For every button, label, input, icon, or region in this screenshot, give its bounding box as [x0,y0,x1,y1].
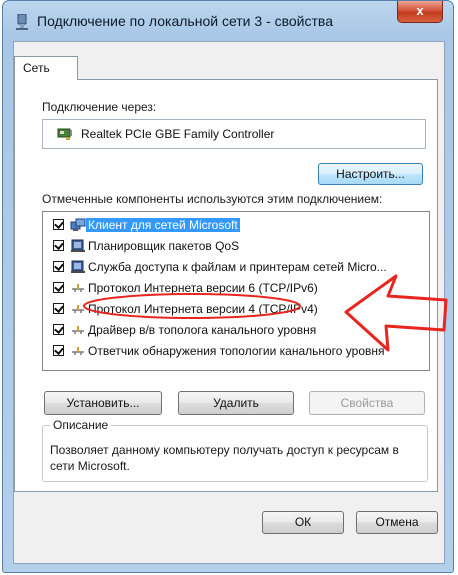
list-item[interactable]: Драйвер в/в тополога канального уровня [43,321,429,339]
protocol-icon [72,284,84,292]
description-title: Описание [50,418,112,432]
list-item-label: Драйвер в/в тополога канального уровня [88,323,317,337]
service-icon [71,260,85,273]
tab-network[interactable]: Сеть [14,56,78,80]
list-item-label: Служба доступа к файлам и принтерам сете… [88,260,387,274]
protocol-icon [72,347,84,355]
title-bar[interactable]: Подключение по локальной сети 3 - свойст… [3,1,453,41]
checkbox[interactable] [53,324,64,335]
list-item[interactable]: Ответчик обнаружения топологии канальног… [43,342,429,360]
network-adapter-icon [16,14,28,30]
list-item-label: Ответчик обнаружения топологии канальног… [88,344,385,358]
checkbox[interactable] [53,240,64,251]
window-title: Подключение по локальной сети 3 - свойст… [37,13,333,29]
close-button[interactable]: x [397,1,443,23]
install-button[interactable]: Установить... [44,391,162,415]
list-item[interactable]: Клиент для сетей Microsoft [43,216,429,234]
components-label: Отмеченные компоненты используются этим … [42,192,383,206]
list-item[interactable]: Протокол Интернета версии 4 (TCP/IPv4) [43,300,429,318]
checkbox[interactable] [53,261,64,272]
list-item[interactable]: Планировщик пакетов QoS [43,237,429,255]
network-client-icon [70,218,86,231]
description-text: Позволяет данному компьютеру получать до… [50,443,399,473]
list-item[interactable]: Протокол Интернета версии 6 (TCP/IPv6) [43,279,429,297]
list-item-label: Клиент для сетей Microsoft [86,218,240,232]
checkbox[interactable] [53,345,64,356]
checkbox[interactable] [53,303,64,314]
network-card-icon [57,128,72,140]
properties-button[interactable]: Свойства [309,391,425,415]
list-item-label: Протокол Интернета версии 4 (TCP/IPv4) [88,302,318,316]
checkbox[interactable] [53,282,64,293]
protocol-icon [72,326,84,334]
remove-button[interactable]: Удалить [178,391,294,415]
adapter-box: Realtek PCIe GBE Family Controller [42,119,426,149]
cancel-button[interactable]: Отмена [356,511,438,534]
list-item-label: Планировщик пакетов QoS [88,239,240,253]
configure-button[interactable]: Настроить... [318,163,423,185]
adapter-name: Realtek PCIe GBE Family Controller [81,127,275,141]
ok-button[interactable]: ОК [262,511,344,534]
list-item[interactable]: Служба доступа к файлам и принтерам сете… [43,258,429,276]
connect-using-label: Подключение через: [42,100,157,114]
protocol-icon [72,305,84,313]
components-list[interactable]: Клиент для сетей Microsoft Планировщик п… [42,211,430,371]
service-icon [71,239,85,252]
checkbox[interactable] [53,219,64,230]
list-item-label: Протокол Интернета версии 6 (TCP/IPv6) [88,281,318,295]
